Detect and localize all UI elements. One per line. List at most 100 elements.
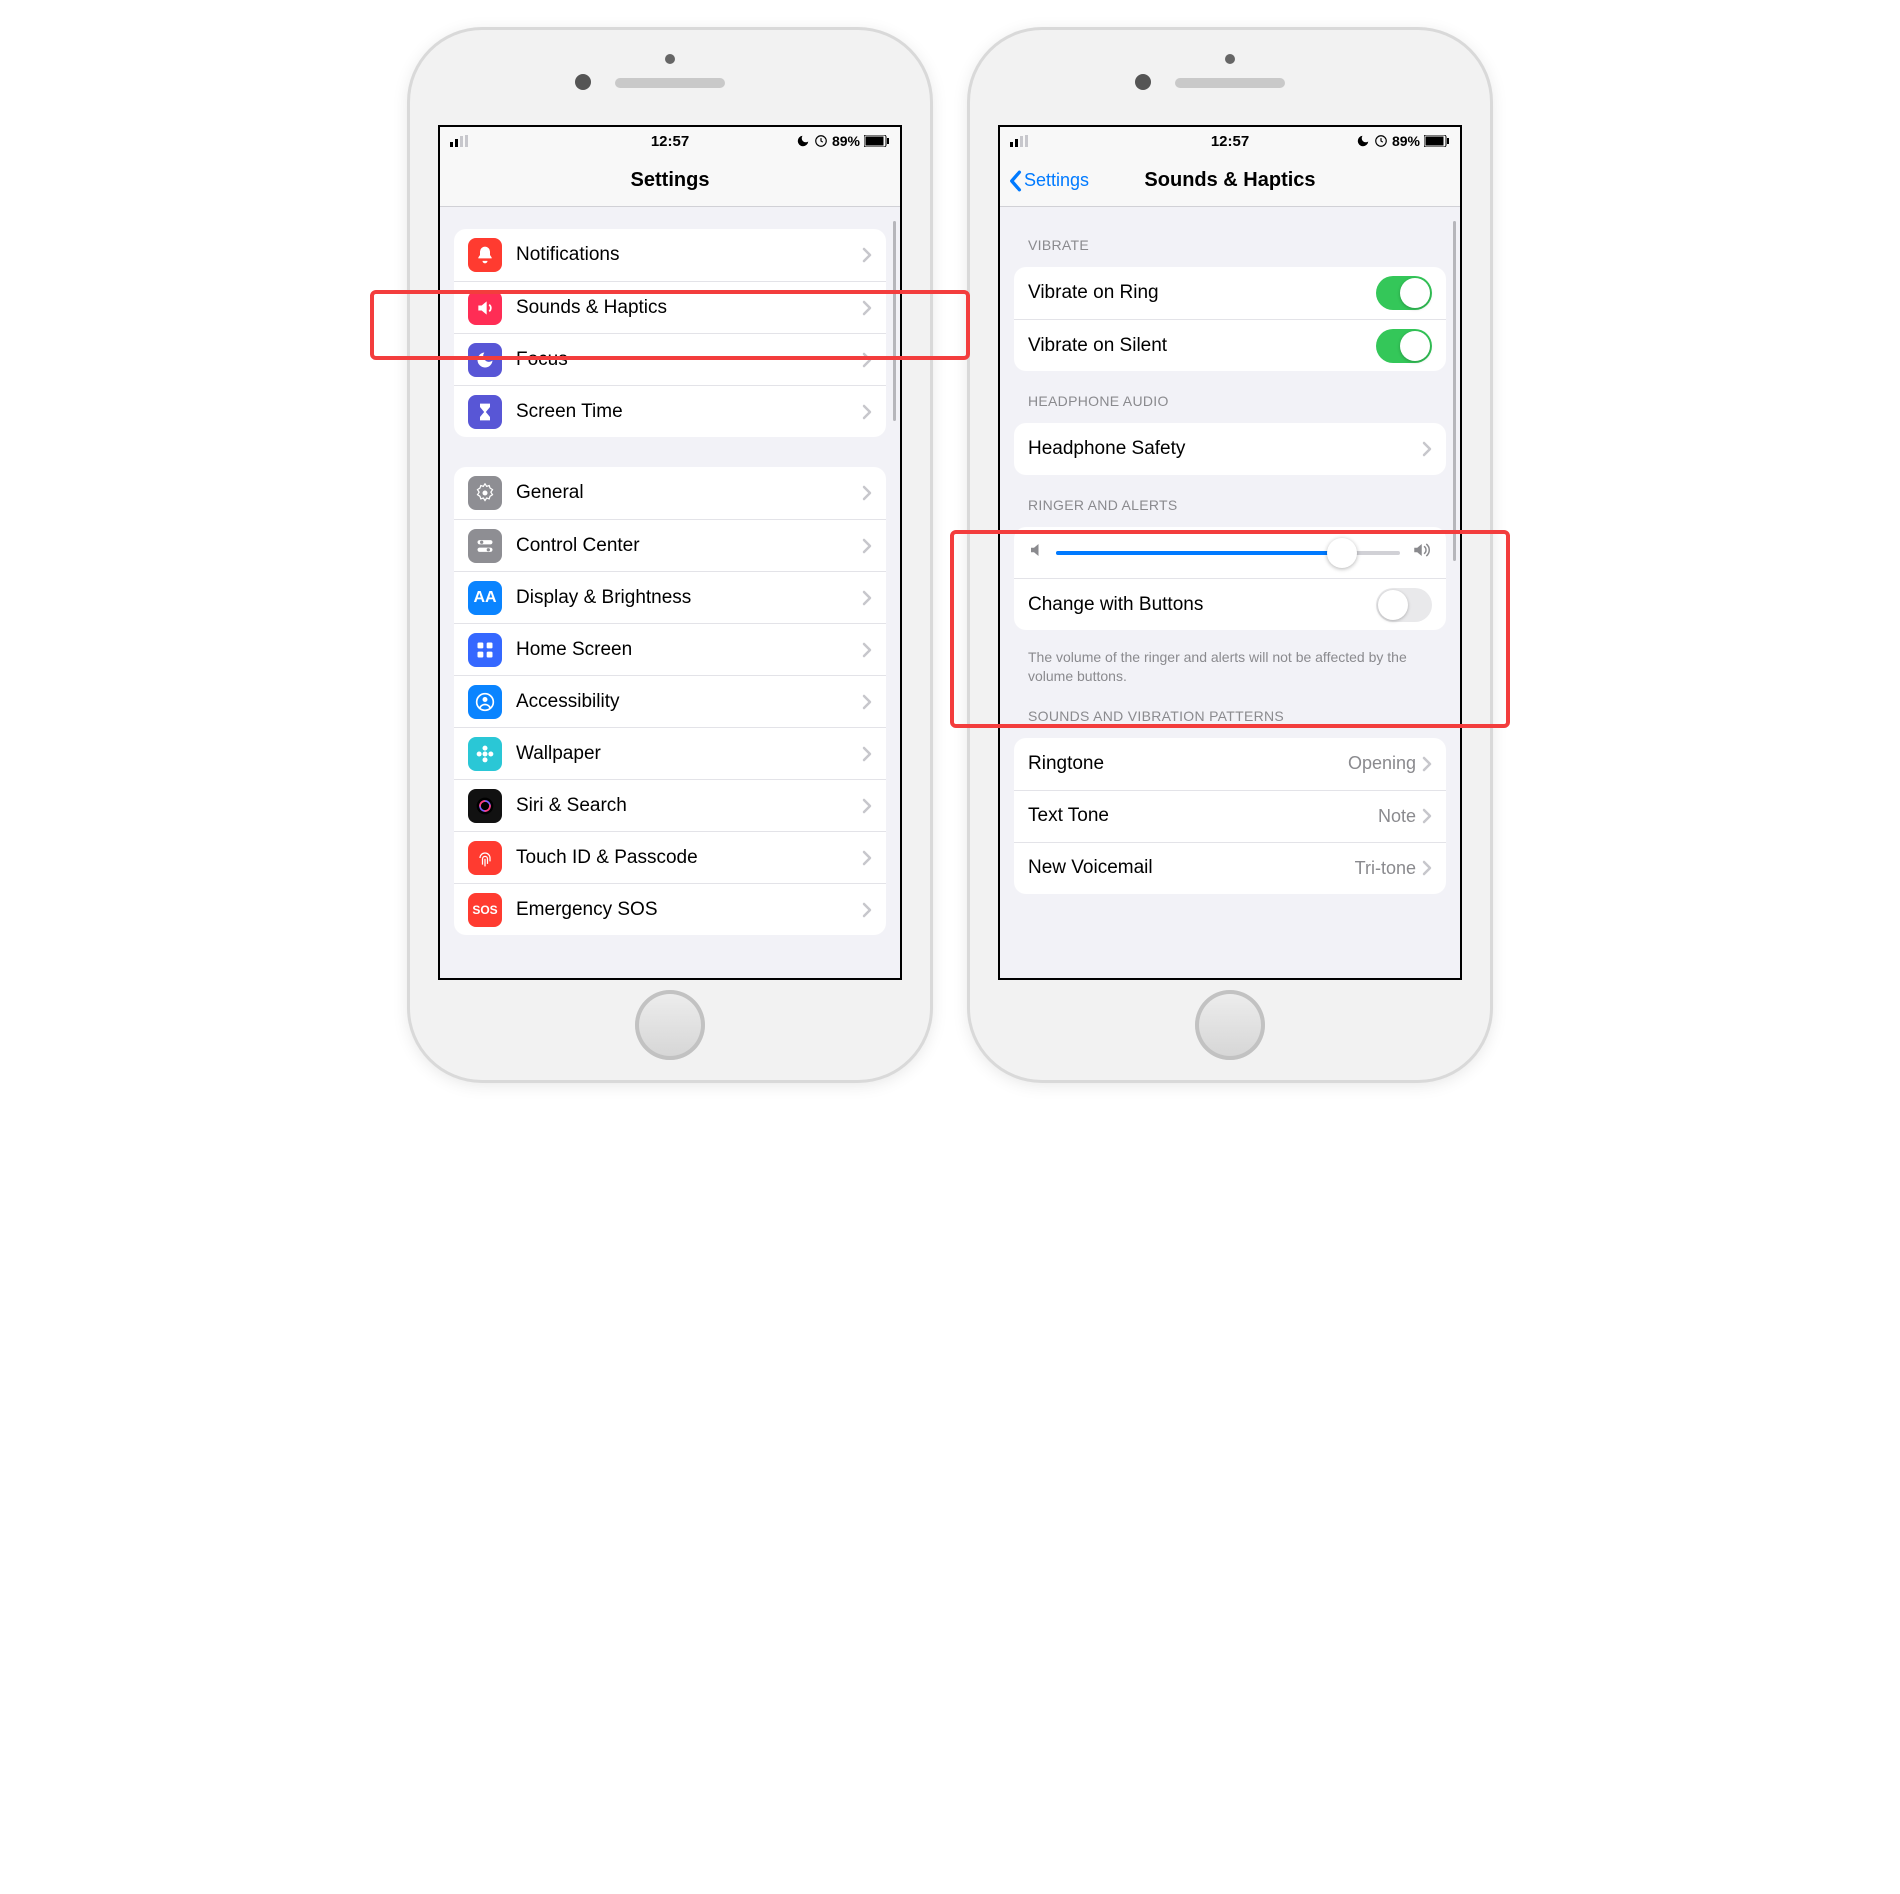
status-time: 12:57 [1000, 133, 1460, 150]
chevron-right-icon [862, 300, 872, 316]
row-sos[interactable]: SOS Emergency SOS [454, 883, 886, 935]
page-title: Sounds & Haptics [1144, 169, 1315, 192]
navbar-settings: Settings [440, 155, 900, 207]
slider-fill [1056, 551, 1342, 555]
settings-group-1: Notifications Sounds & Haptics Focus Scr… [454, 229, 886, 437]
grid-icon [468, 633, 502, 667]
row-screentime[interactable]: Screen Time [454, 385, 886, 437]
row-label: Ringtone [1028, 753, 1348, 775]
row-display[interactable]: AA Display & Brightness [454, 571, 886, 623]
toggle-change-with-buttons[interactable] [1376, 588, 1432, 622]
row-vibrate-ring[interactable]: Vibrate on Ring [1014, 267, 1446, 319]
row-general[interactable]: General [454, 467, 886, 519]
phone-sensor-dot [665, 54, 675, 64]
chevron-right-icon [862, 247, 872, 263]
chevron-right-icon [862, 746, 872, 762]
toggle-knob [1400, 331, 1430, 361]
phone-camera [1135, 74, 1151, 90]
row-voicemail[interactable]: New Voicemail Tri-tone [1014, 842, 1446, 894]
section-header-vibrate: Vibrate [1028, 237, 1432, 253]
slider-thumb[interactable] [1327, 538, 1357, 568]
row-controlcenter[interactable]: Control Center [454, 519, 886, 571]
row-label: Sounds & Haptics [516, 297, 862, 319]
phone-camera [575, 74, 591, 90]
row-headphone-safety[interactable]: Headphone Safety [1014, 423, 1446, 475]
row-texttone[interactable]: Text Tone Note [1014, 790, 1446, 842]
chevron-right-icon [862, 798, 872, 814]
row-label: Wallpaper [516, 743, 862, 765]
chevron-right-icon [1422, 808, 1432, 824]
settings-content[interactable]: Notifications Sounds & Haptics Focus Scr… [440, 207, 900, 978]
chevron-right-icon [862, 694, 872, 710]
home-button[interactable] [635, 990, 705, 1060]
section-header-headphone: Headphone Audio [1028, 393, 1432, 409]
volume-high-icon [1410, 541, 1432, 564]
row-wallpaper[interactable]: Wallpaper [454, 727, 886, 779]
chevron-right-icon [862, 590, 872, 606]
row-label: Screen Time [516, 401, 862, 423]
row-label: Touch ID & Passcode [516, 847, 862, 869]
toggle-vibrate-silent[interactable] [1376, 329, 1432, 363]
row-sounds[interactable]: Sounds & Haptics [454, 281, 886, 333]
row-label: Home Screen [516, 639, 862, 661]
speaker-icon [468, 291, 502, 325]
screen-settings: 12:57 89% Settings Notifications Sounds … [438, 125, 902, 980]
back-button[interactable]: Settings [1008, 170, 1089, 192]
row-label: General [516, 482, 862, 504]
screen-sounds: 12:57 89% Settings Sounds & Haptics Vibr… [998, 125, 1462, 980]
row-change-with-buttons[interactable]: Change with Buttons [1014, 578, 1446, 630]
row-value: Tri-tone [1355, 858, 1416, 879]
status-bar: 12:57 89% [440, 127, 900, 155]
flower-icon [468, 737, 502, 771]
chevron-right-icon [862, 352, 872, 368]
fingerprint-icon [468, 841, 502, 875]
row-touchid[interactable]: Touch ID & Passcode [454, 831, 886, 883]
chevron-right-icon [1422, 756, 1432, 772]
row-siri[interactable]: Siri & Search [454, 779, 886, 831]
row-notifications[interactable]: Notifications [454, 229, 886, 281]
back-label: Settings [1024, 170, 1089, 191]
chevron-right-icon [862, 902, 872, 918]
row-label: Display & Brightness [516, 587, 862, 609]
section-header-ringer: Ringer and Alerts [1028, 497, 1432, 513]
row-ringtone[interactable]: Ringtone Opening [1014, 738, 1446, 790]
sounds-content[interactable]: Vibrate Vibrate on Ring Vibrate on Silen… [1000, 207, 1460, 978]
row-vibrate-silent[interactable]: Vibrate on Silent [1014, 319, 1446, 371]
section-header-patterns: Sounds and Vibration Patterns [1028, 708, 1432, 724]
section-footer-ringer: The volume of the ringer and alerts will… [1028, 648, 1432, 686]
row-homescreen[interactable]: Home Screen [454, 623, 886, 675]
home-button[interactable] [1195, 990, 1265, 1060]
row-label: Change with Buttons [1028, 594, 1376, 616]
settings-group-2: General Control Center AA Display & Brig… [454, 467, 886, 935]
group-ringer: Change with Buttons [1014, 527, 1446, 630]
hourglass-icon [468, 395, 502, 429]
group-patterns: Ringtone Opening Text Tone Note New Voic… [1014, 738, 1446, 894]
row-accessibility[interactable]: Accessibility [454, 675, 886, 727]
person-icon [468, 685, 502, 719]
row-label: Accessibility [516, 691, 862, 713]
row-value: Note [1378, 806, 1416, 827]
page-title: Settings [631, 169, 710, 192]
toggle-vibrate-ring[interactable] [1376, 276, 1432, 310]
ringer-volume-slider[interactable] [1014, 527, 1446, 578]
volume-low-icon [1028, 541, 1046, 564]
slider-track[interactable] [1056, 551, 1400, 555]
row-label: Vibrate on Silent [1028, 335, 1376, 357]
row-label: Vibrate on Ring [1028, 282, 1376, 304]
phone-right: 12:57 89% Settings Sounds & Haptics Vibr… [970, 30, 1490, 1080]
row-value: Opening [1348, 753, 1416, 774]
phone-sensor-dot [1225, 54, 1235, 64]
row-label: New Voicemail [1028, 857, 1355, 879]
switches-icon [468, 529, 502, 563]
group-headphone: Headphone Safety [1014, 423, 1446, 475]
bell-icon [468, 238, 502, 272]
row-label: Text Tone [1028, 805, 1378, 827]
chevron-right-icon [1422, 441, 1432, 457]
AA-icon: AA [468, 581, 502, 615]
siri-icon [468, 789, 502, 823]
row-label: Siri & Search [516, 795, 862, 817]
row-focus[interactable]: Focus [454, 333, 886, 385]
chevron-right-icon [862, 538, 872, 554]
group-vibrate: Vibrate on Ring Vibrate on Silent [1014, 267, 1446, 371]
moon-icon [468, 343, 502, 377]
